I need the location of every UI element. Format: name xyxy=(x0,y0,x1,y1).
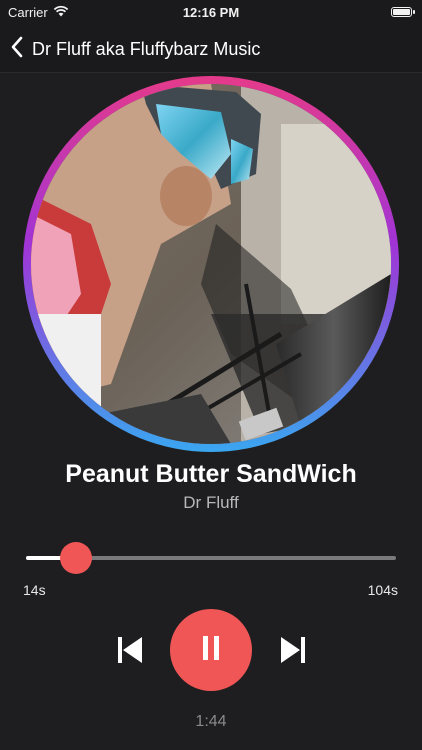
battery-icon xyxy=(391,7,415,17)
status-bar: Carrier 12:16 PM xyxy=(0,0,422,26)
back-button[interactable]: Dr Fluff aka Fluffybarz Music xyxy=(0,36,260,63)
previous-button[interactable] xyxy=(116,633,146,667)
elapsed-time: 14s xyxy=(23,582,46,598)
next-button[interactable] xyxy=(277,633,307,667)
chevron-left-icon xyxy=(10,36,24,63)
skip-back-icon xyxy=(116,637,146,671)
album-artwork xyxy=(31,84,391,444)
track-title: Peanut Butter SandWich xyxy=(65,460,357,488)
now-playing-screen: Carrier 12:16 PM Dr Fluff aka Fluffybarz… xyxy=(0,0,422,750)
skip-forward-icon xyxy=(277,637,307,671)
track-artist: Dr Fluff xyxy=(183,493,239,512)
nav-title: Dr Fluff aka Fluffybarz Music xyxy=(32,38,261,59)
artwork-ring xyxy=(23,76,399,452)
status-time: 12:16 PM xyxy=(182,5,240,20)
remaining-time: 1:44 xyxy=(195,713,227,730)
pause-icon xyxy=(202,635,220,666)
total-duration: 104s xyxy=(367,582,398,598)
navigation-bar: Dr Fluff aka Fluffybarz Music xyxy=(0,26,422,73)
progress-slider[interactable] xyxy=(26,542,396,574)
pause-button[interactable] xyxy=(170,609,252,691)
progress-thumb[interactable] xyxy=(59,542,92,574)
